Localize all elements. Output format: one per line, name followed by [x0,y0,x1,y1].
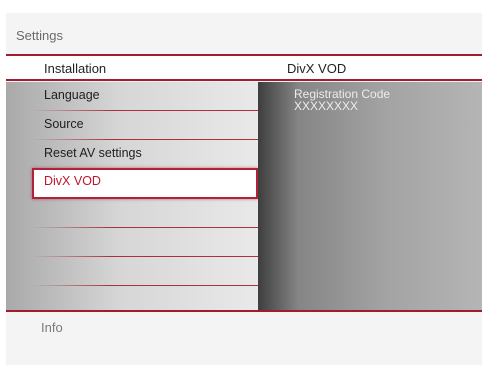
page-title: Settings [16,28,63,43]
detail-panel: Registration Code XXXXXXXX [258,82,482,310]
menu-item-reset-av-settings[interactable]: Reset AV settings [32,140,258,169]
settings-screen: Settings Installation DivX VOD Language … [6,13,482,365]
menu-item-label: Language [44,88,100,102]
header-installation: Installation [44,61,107,76]
installation-menu: Language Source Reset AV settings DivX V… [6,82,258,310]
menu-item-source[interactable]: Source [32,111,258,140]
menu-item-label: DivX VOD [44,174,101,188]
header-divx-vod: DivX VOD [287,61,347,76]
registration-code-value: XXXXXXXX [294,99,359,113]
menu-item-label: Source [44,117,84,131]
footer-divider [6,310,482,312]
header-bar: Installation DivX VOD [6,54,482,81]
menu-divider [32,285,258,286]
menu-item-empty[interactable] [32,228,258,257]
info-label: Info [41,320,63,335]
menu-item-empty[interactable] [32,199,258,228]
menu-item-divx-vod[interactable]: DivX VOD [32,168,258,199]
menu-item-label: Reset AV settings [44,146,142,160]
menu-item-empty[interactable] [32,257,258,286]
menu-item-language[interactable]: Language [32,82,258,111]
